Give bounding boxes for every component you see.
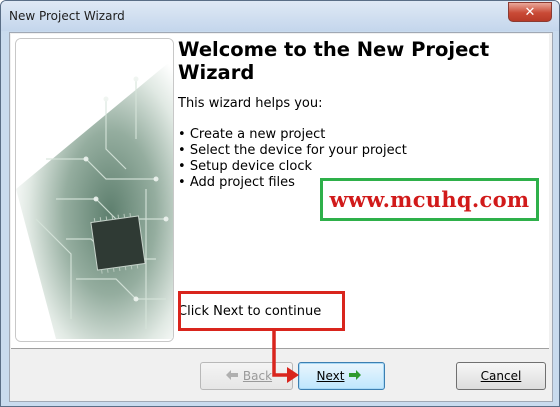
- close-button[interactable]: ✕: [508, 2, 552, 22]
- annotation-highlight-box: [178, 291, 345, 331]
- cancel-button[interactable]: Cancel: [456, 362, 546, 390]
- circuit-board-banner-image: [15, 38, 174, 342]
- wizard-window: New Project Wizard ✕ Welcome to the New …: [0, 0, 560, 407]
- feature-list-item: Setup device clock: [178, 159, 407, 175]
- back-button[interactable]: Back: [200, 362, 293, 390]
- title-bar: New Project Wizard ✕: [1, 1, 559, 31]
- next-button-label: Next: [316, 369, 345, 383]
- next-button[interactable]: Next: [298, 362, 385, 390]
- window-title: New Project Wizard: [9, 9, 125, 23]
- back-button-label: Back: [242, 369, 273, 383]
- wizard-client-area: Welcome to the New Project Wizard This w…: [9, 32, 553, 402]
- arrow-right-icon: [349, 369, 362, 383]
- intro-text: This wizard helps you:: [178, 96, 323, 111]
- arrow-left-icon: [225, 369, 238, 383]
- circuit-board-illustration: [16, 39, 173, 341]
- close-icon: ✕: [524, 4, 536, 20]
- feature-list-item: Select the device for your project: [178, 143, 407, 159]
- watermark-text: www.mcuhq.com: [329, 187, 530, 212]
- feature-list-item: Create a new project: [178, 127, 407, 143]
- cancel-button-label: Cancel: [480, 369, 522, 383]
- page-title: Welcome to the New Project Wizard: [178, 38, 490, 84]
- website-watermark: www.mcuhq.com: [320, 178, 539, 221]
- wizard-content-panel: Welcome to the New Project Wizard This w…: [11, 34, 549, 349]
